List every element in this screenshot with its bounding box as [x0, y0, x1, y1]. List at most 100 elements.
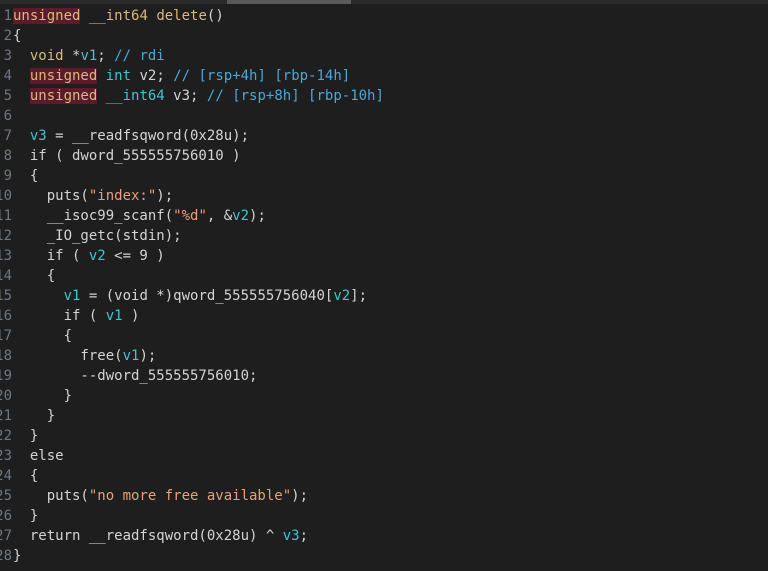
code-text[interactable]: return __readfsqword(0x28u) ^ v3; [13, 526, 308, 546]
code-token: free( [13, 348, 123, 364]
code-token: --dword_555555756010; [13, 368, 258, 384]
code-token: v2; [131, 68, 174, 84]
code-line[interactable]: 5 unsigned __int64 v3; // [rsp+8h] [rbp-… [0, 86, 768, 106]
scrollbar-thumb[interactable] [227, 0, 351, 4]
code-text[interactable]: free(v1); [13, 346, 156, 366]
code-text[interactable]: puts("index:"); [13, 186, 173, 206]
code-token: v2 [88, 248, 106, 264]
code-token: int [105, 68, 132, 84]
code-text[interactable]: void *v1; // rdi [13, 46, 165, 66]
code-line[interactable]: 8 if ( dword_555555756010 ) [0, 146, 768, 166]
code-token: "%d" [173, 208, 207, 224]
code-line[interactable]: 22 } [0, 426, 768, 446]
line-number: 13 [0, 248, 12, 264]
code-text[interactable]: { [13, 166, 38, 186]
code-line[interactable]: 3 void *v1; // rdi [0, 46, 768, 66]
line-number: 10 [0, 188, 12, 204]
code-text[interactable]: unsigned int v2; // [rsp+4h] [rbp-14h] [13, 66, 350, 86]
code-line[interactable]: 19 --dword_555555756010; [0, 366, 768, 386]
code-line[interactable]: 27 return __readfsqword(0x28u) ^ v3; [0, 526, 768, 546]
code-line[interactable]: 11 __isoc99_scanf("%d", &v2); [0, 206, 768, 226]
code-token: { [13, 268, 56, 284]
code-token: { [13, 328, 73, 344]
code-text[interactable]: { [13, 466, 38, 486]
code-text[interactable]: _IO_getc(stdin); [13, 226, 182, 246]
code-text[interactable]: } [13, 546, 21, 566]
code-token: if ( dword_555555756010 ) [13, 148, 241, 164]
code-token: ); [139, 348, 157, 364]
line-number: 5 [3, 88, 12, 104]
code-line[interactable]: 7 v3 = __readfsqword(0x28u); [0, 126, 768, 146]
code-text[interactable]: unsigned __int64 delete() [13, 6, 224, 26]
code-line[interactable]: 26 } [0, 506, 768, 526]
code-token: v3; [164, 88, 207, 104]
line-number: 28 [0, 548, 12, 564]
line-number: 24 [0, 468, 12, 484]
line-number: 2 [3, 28, 12, 44]
code-line[interactable]: 14 { [0, 266, 768, 286]
code-text[interactable]: v1 = (void *)qword_555555756040[v2]; [13, 286, 367, 306]
code-line[interactable]: 24 { [0, 466, 768, 486]
code-token: v3 [282, 528, 300, 544]
code-token: ); [249, 208, 266, 224]
code-text[interactable]: { [13, 26, 21, 46]
code-line[interactable]: 13 if ( v2 <= 9 ) [0, 246, 768, 266]
line-number: 17 [0, 328, 12, 344]
code-text[interactable]: __isoc99_scanf("%d", &v2); [13, 206, 266, 226]
code-text[interactable]: } [13, 406, 55, 426]
code-line[interactable]: 15 v1 = (void *)qword_555555756040[v2]; [0, 286, 768, 306]
code-text[interactable]: else [13, 446, 64, 466]
line-number: 22 [0, 428, 12, 444]
code-token: v1 [122, 348, 140, 364]
code-line[interactable]: 25 puts("no more free available"); [0, 486, 768, 506]
code-text[interactable]: if ( v2 <= 9 ) [13, 246, 165, 266]
code-text[interactable]: unsigned __int64 v3; // [rsp+8h] [rbp-10… [13, 86, 384, 106]
code-text[interactable]: } [13, 506, 38, 526]
horizontal-scrollbar[interactable] [0, 0, 768, 4]
code-token: { [13, 468, 39, 484]
code-text[interactable]: { [13, 326, 72, 346]
code-text[interactable]: } [13, 386, 72, 406]
code-line[interactable]: 18 free(v1); [0, 346, 768, 366]
code-line[interactable]: 21 } [0, 406, 768, 426]
code-line[interactable]: 2{ [0, 26, 768, 46]
code-line[interactable]: 1 unsigned __int64 delete() [0, 6, 768, 26]
code-text[interactable]: if ( v1 ) [13, 306, 140, 326]
code-line[interactable]: 28} [0, 546, 768, 566]
code-token: ) [122, 308, 140, 324]
code-text[interactable]: } [13, 426, 38, 446]
code-editor[interactable]: 1 unsigned __int64 delete() 2{3 void *v1; … [0, 6, 768, 571]
code-line[interactable]: 10 puts("index:"); [0, 186, 768, 206]
code-line[interactable]: 17 { [0, 326, 768, 346]
code-line[interactable]: 4 unsigned int v2; // [rsp+4h] [rbp-14h] [0, 66, 768, 86]
code-text[interactable]: v3 = __readfsqword(0x28u); [13, 126, 249, 146]
code-line[interactable]: 12 _IO_getc(stdin); [0, 226, 768, 246]
line-number: 21 [0, 408, 12, 424]
code-token: puts( [13, 488, 89, 504]
code-line[interactable]: 16 if ( v1 ) [0, 306, 768, 326]
code-text[interactable]: --dword_555555756010; [13, 366, 257, 386]
code-token: ); [156, 188, 174, 204]
code-line[interactable]: 23 else [0, 446, 768, 466]
code-token: v1 [105, 308, 123, 324]
code-text[interactable]: { [13, 266, 55, 286]
code-line[interactable]: 20 } [0, 386, 768, 406]
code-token: // rdi [114, 48, 165, 64]
code-line[interactable]: 6 [0, 106, 768, 126]
line-number: 12 [0, 228, 12, 244]
code-text[interactable]: if ( dword_555555756010 ) [13, 146, 241, 166]
code-text[interactable]: puts("no more free available"); [13, 486, 308, 506]
code-token: __int64 [105, 88, 165, 104]
code-token: v3 [29, 128, 47, 144]
code-line[interactable]: 9 { [0, 166, 768, 186]
code-token: } [13, 408, 56, 424]
code-token: * [63, 48, 81, 64]
line-number: 26 [0, 508, 12, 524]
line-number: 16 [0, 308, 12, 324]
